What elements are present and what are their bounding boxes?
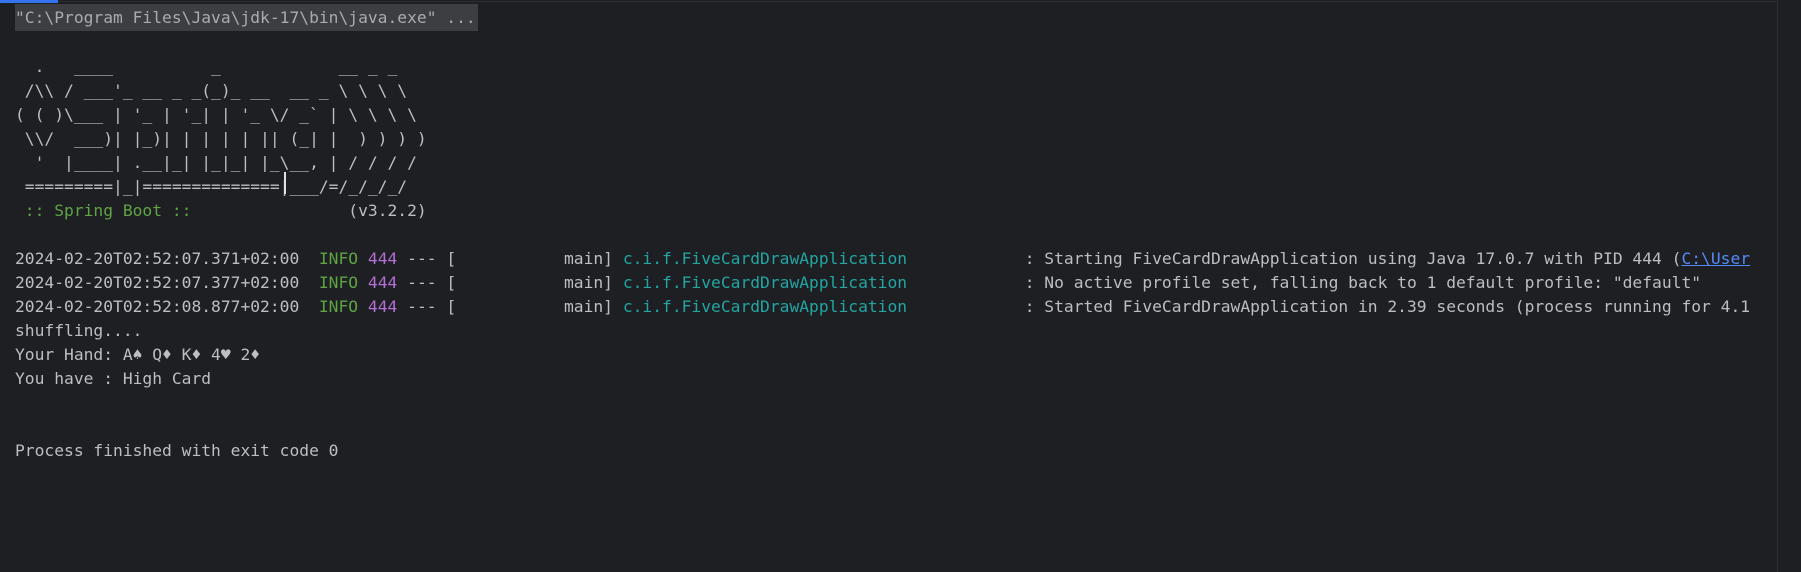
- output-line: Your Hand: A♠ Q♦ K♦ 4♥ 2♦: [15, 345, 261, 364]
- banner-line: ' |____| .__|_| |_|_| |_\__, | / / / /: [15, 153, 417, 172]
- text-cursor: [284, 172, 286, 194]
- banner-line: /\\ / ___'_ __ _ _(_)_ __ __ _ \ \ \ \: [15, 81, 408, 100]
- log-logger: c.i.f.FiveCardDrawApplication: [622, 249, 908, 268]
- log-timestamp: 2024-02-20T02:52:07.371+02:00: [15, 249, 300, 268]
- log-pid: 444: [367, 273, 398, 292]
- output-line: You have : High Card: [15, 369, 212, 388]
- log-level: INFO: [318, 273, 359, 292]
- log-timestamp: 2024-02-20T02:52:08.877+02:00: [15, 297, 300, 316]
- banner-line: \\/ ___)| |_)| | | | | || (_| | ) ) ) ): [15, 129, 427, 148]
- output-line: shuffling....: [15, 321, 143, 340]
- banner-line: ( ( )\___ | '_ | '_| | '_ \/ _` | \ \ \ …: [15, 105, 417, 124]
- log-logger: c.i.f.FiveCardDrawApplication: [622, 297, 908, 316]
- log-level: INFO: [318, 297, 359, 316]
- spring-boot-version: (v3.2.2): [201, 201, 427, 220]
- run-console[interactable]: "C:\Program Files\Java\jdk-17\bin\java.e…: [0, 0, 1801, 572]
- log-message: : Starting FiveCardDrawApplication using…: [907, 249, 1682, 268]
- run-tab-indicator: [0, 0, 58, 3]
- console-scrollbar[interactable]: [1777, 0, 1801, 572]
- banner-line: =========|_|==============|___/=/_/_/_/: [15, 177, 408, 196]
- log-timestamp: 2024-02-20T02:52:07.377+02:00: [15, 273, 300, 292]
- log-logger: c.i.f.FiveCardDrawApplication: [622, 273, 908, 292]
- log-thread: --- [ main]: [407, 273, 613, 292]
- log-line: 2024-02-20T02:52:08.877+02:00 INFO 444 -…: [15, 293, 1750, 320]
- log-pid: 444: [367, 297, 398, 316]
- console-top-border: [58, 1, 1801, 2]
- spring-boot-label: :: Spring Boot ::: [15, 201, 202, 220]
- log-message: : No active profile set, falling back to…: [907, 273, 1702, 292]
- log-thread: --- [ main]: [407, 249, 613, 268]
- exit-message: Process finished with exit code 0: [15, 441, 339, 460]
- banner-line: . ____ _ __ _ _: [15, 57, 398, 76]
- log-line: 2024-02-20T02:52:07.377+02:00 INFO 444 -…: [15, 269, 1701, 296]
- command-line[interactable]: "C:\Program Files\Java\jdk-17\bin\java.e…: [15, 4, 478, 31]
- spring-boot-line: :: Spring Boot :: (v3.2.2): [15, 197, 427, 224]
- log-path-link[interactable]: C:\User: [1681, 249, 1750, 268]
- log-line: 2024-02-20T02:52:07.371+02:00 INFO 444 -…: [15, 245, 1750, 272]
- log-message: : Started FiveCardDrawApplication in 2.3…: [907, 297, 1751, 316]
- log-pid: 444: [367, 249, 398, 268]
- log-level: INFO: [318, 249, 359, 268]
- log-thread: --- [ main]: [407, 297, 613, 316]
